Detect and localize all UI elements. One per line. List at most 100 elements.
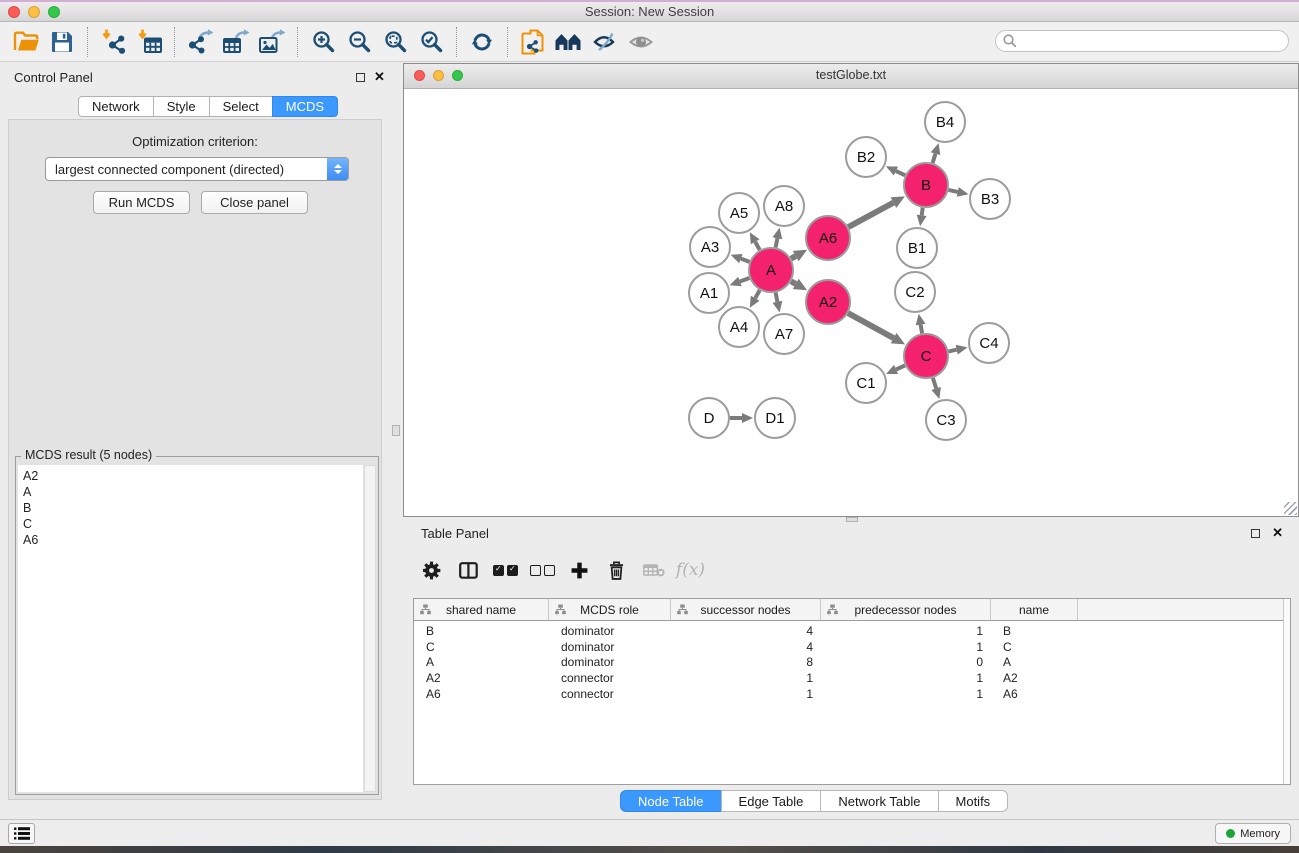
tab-style[interactable]: Style (153, 96, 210, 117)
graph-edge[interactable] (886, 365, 905, 374)
tab-network[interactable]: Network (78, 96, 154, 117)
graph-edge[interactable] (949, 345, 968, 355)
graph-node[interactable]: B4 (925, 102, 965, 142)
graph-node[interactable]: C4 (969, 323, 1009, 363)
table-cell[interactable]: A2 (991, 671, 1078, 687)
mcds-result-list[interactable]: A2ABCA6 (18, 465, 363, 792)
table-row[interactable]: Adominator80A (414, 655, 1290, 671)
add-row-button[interactable] (561, 554, 598, 586)
table-cell[interactable]: 1 (821, 640, 991, 656)
column-selector-button[interactable] (450, 554, 487, 586)
hide-all-columns-button[interactable] (524, 554, 561, 586)
panel-splitter-vertical[interactable] (390, 63, 403, 819)
graph-edge[interactable] (916, 314, 926, 334)
control-panel-close-button[interactable]: ✕ (374, 71, 385, 83)
graph-node[interactable]: D (689, 398, 729, 438)
graph-edge[interactable] (773, 293, 783, 313)
tab-mcds[interactable]: MCDS (272, 96, 338, 117)
graph-edge[interactable] (848, 196, 905, 227)
delete-row-button[interactable] (598, 554, 635, 586)
home-button[interactable] (551, 25, 587, 59)
result-list-scrollbar[interactable] (364, 465, 376, 792)
table-cell[interactable]: 1 (671, 687, 821, 703)
table-row[interactable]: Cdominator41C (414, 640, 1290, 656)
graph-node[interactable]: C (904, 334, 948, 378)
import-network-button[interactable] (95, 25, 131, 59)
graph-edge[interactable] (931, 143, 941, 163)
zoom-out-button[interactable] (341, 25, 377, 59)
graph-node[interactable]: A3 (690, 227, 730, 267)
control-panel-float-button[interactable] (356, 73, 365, 82)
table-cell[interactable]: 4 (671, 624, 821, 640)
table-cell[interactable]: dominator (549, 624, 671, 640)
zoom-fit-button[interactable] (377, 25, 413, 59)
table-row[interactable]: Bdominator41B (414, 624, 1290, 640)
table-cell[interactable]: 1 (821, 671, 991, 687)
tab-network-table[interactable]: Network Table (820, 790, 938, 812)
graph-edge[interactable] (917, 208, 927, 226)
tab-select[interactable]: Select (209, 96, 273, 117)
network-canvas[interactable]: B4B2BB3A5A8A6A3B1AA1C2A2A4A7C4CC1C3DD1 (404, 89, 1298, 516)
graph-node[interactable]: A7 (764, 314, 804, 354)
graph-node[interactable]: B3 (970, 179, 1010, 219)
table-cell[interactable]: 0 (821, 655, 991, 671)
graph-node[interactable]: A4 (719, 307, 759, 347)
result-list-item[interactable]: B (18, 500, 363, 516)
search-input[interactable] (1018, 31, 1288, 51)
zoom-in-button[interactable] (305, 25, 341, 59)
table-settings-button[interactable] (413, 554, 450, 586)
table-cell[interactable]: dominator (549, 655, 671, 671)
table-cell[interactable]: 1 (821, 624, 991, 640)
splitter-handle[interactable] (392, 425, 400, 436)
graph-node[interactable]: B2 (846, 137, 886, 177)
table-cell[interactable]: C (991, 640, 1078, 656)
export-image-button[interactable] (254, 25, 290, 59)
table-panel-float-button[interactable] (1251, 529, 1260, 538)
graph-node[interactable]: B1 (897, 228, 937, 268)
table-cell[interactable]: A6 (414, 687, 549, 703)
result-list-item[interactable]: A (18, 484, 363, 500)
graph-edge[interactable] (791, 279, 807, 291)
show-all-columns-button[interactable] (487, 554, 524, 586)
graph-edge[interactable] (791, 250, 807, 262)
export-table-button[interactable] (218, 25, 254, 59)
column-header-name[interactable]: name (991, 599, 1078, 620)
search-field[interactable] (995, 30, 1289, 52)
column-header-shared-name[interactable]: shared name (414, 599, 549, 620)
table-cell[interactable]: connector (549, 687, 671, 703)
graph-node[interactable]: C3 (926, 400, 966, 440)
birdseye-view-button[interactable] (623, 25, 659, 59)
close-panel-button[interactable]: Close panel (201, 191, 308, 214)
table-cell[interactable]: 4 (671, 640, 821, 656)
table-cell[interactable]: B (991, 624, 1078, 640)
table-cell[interactable]: C (414, 640, 549, 656)
table-cell[interactable]: A (991, 655, 1078, 671)
table-cell[interactable]: B (414, 624, 549, 640)
memory-button[interactable]: Memory (1215, 823, 1291, 844)
graph-node[interactable]: A2 (806, 280, 850, 324)
table-row[interactable]: A2connector11A2 (414, 671, 1290, 687)
graph-edge[interactable] (750, 290, 760, 308)
import-table-button[interactable] (131, 25, 167, 59)
open-network-file-button[interactable] (515, 25, 551, 59)
graph-edge[interactable] (931, 378, 941, 399)
table-cell[interactable]: dominator (549, 640, 671, 656)
delete-table-button[interactable] (635, 554, 672, 586)
graph-node[interactable]: A8 (764, 186, 804, 226)
column-header-MCDS-role[interactable]: MCDS role (549, 599, 671, 620)
table-cell[interactable]: connector (549, 671, 671, 687)
function-builder-button[interactable]: f(x) (672, 554, 709, 586)
graph-edge[interactable] (949, 187, 969, 197)
column-header-successor-nodes[interactable]: successor nodes (671, 599, 821, 620)
graph-edge[interactable] (731, 254, 750, 263)
graph-edge[interactable] (773, 228, 783, 248)
graph-node[interactable]: A1 (689, 273, 729, 313)
graph-node[interactable]: A5 (719, 193, 759, 233)
network-window-titlebar[interactable]: testGlobe.txt (404, 64, 1298, 89)
result-list-item[interactable]: A6 (18, 532, 363, 548)
table-scrollbar[interactable] (1283, 599, 1290, 784)
tab-edge-table[interactable]: Edge Table (721, 790, 822, 812)
tab-motifs[interactable]: Motifs (938, 790, 1009, 812)
column-header-predecessor-nodes[interactable]: predecessor nodes (821, 599, 991, 620)
open-file-button[interactable] (8, 25, 44, 59)
